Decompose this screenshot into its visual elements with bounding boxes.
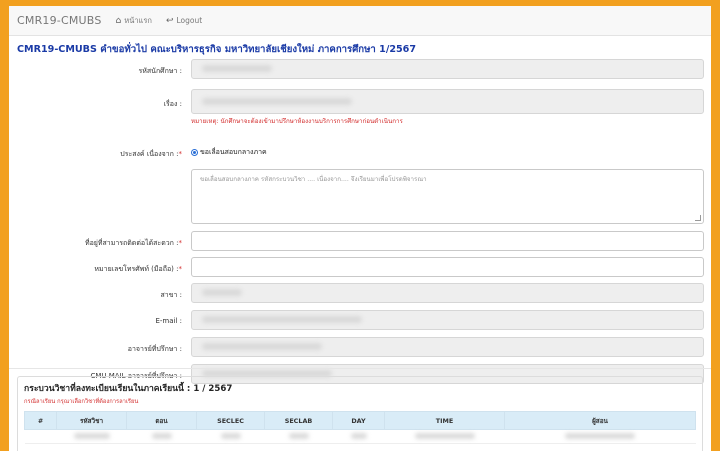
table-cell	[196, 429, 265, 444]
col-instructor: ผู้สอน	[504, 411, 696, 430]
subject-hint: หมายเหตุ: นักศึกษาจะต้องเข้ามาปรึกษาห้อง…	[191, 118, 403, 125]
redacted-value	[414, 432, 475, 439]
section-divider	[9, 368, 711, 369]
table-row[interactable]	[24, 429, 696, 444]
table-cell	[56, 429, 127, 444]
radio-selected-icon[interactable]	[191, 149, 198, 156]
col-course-code: รหัสวิชา	[56, 411, 127, 430]
resize-handle-icon[interactable]	[695, 215, 701, 221]
home-link[interactable]: ⌂ หน้าแรก	[116, 15, 152, 27]
required-mark: *	[178, 239, 183, 247]
advisor-label: อาจารย์ที่ปรึกษา :	[127, 345, 182, 353]
redacted-value	[350, 432, 367, 439]
redacted-value	[202, 65, 272, 72]
student-id-label: รหัสนักศึกษา :	[138, 67, 182, 75]
purpose-textarea[interactable]: ขอเลื่อนสอบกลางภาค รหัสกระบวนวิชา .... เ…	[191, 169, 704, 224]
table-cell	[384, 429, 505, 444]
col-seclab: SECLAB	[264, 411, 333, 430]
logout-link[interactable]: ↩ Logout	[166, 16, 202, 26]
address-label: ที่อยู่ที่สามารถติดต่อได้สะดวก :*	[85, 238, 182, 249]
address-input[interactable]	[191, 231, 704, 251]
redacted-value	[202, 289, 242, 296]
subject-field	[191, 89, 704, 114]
student-id-field	[191, 59, 704, 79]
col-time: TIME	[384, 411, 505, 430]
table-header-row: # รหัสวิชา ตอน SECLEC SECLAB DAY TIME ผู…	[24, 411, 696, 430]
logout-icon: ↩	[165, 15, 174, 26]
purpose-label: ประสงค์ เนื่องจาก :*	[120, 149, 182, 160]
required-mark: *	[178, 265, 183, 273]
top-navbar: CMR19-CMUBS ⌂ หน้าแรก ↩ Logout	[9, 6, 711, 36]
table-cell	[264, 429, 333, 444]
redacted-value	[565, 432, 635, 439]
table-cell	[332, 429, 385, 444]
browser-page: CMR19-CMUBS ⌂ หน้าแรก ↩ Logout CMR19-CMU…	[9, 6, 711, 451]
brand-link[interactable]: CMR19-CMUBS	[17, 14, 102, 27]
advisor-field	[191, 337, 704, 357]
col-section: ตอน	[126, 411, 197, 430]
subject-label: เรื่อง :	[163, 100, 182, 108]
phone-label: หมายเลขโทรศัพท์ (มือถือ) :*	[94, 264, 182, 275]
table-cell	[504, 429, 696, 444]
purpose-option-label: ขอเลื่อนสอบกลางภาค	[200, 148, 267, 156]
courses-panel: กระบวนวิชาที่ลงทะเบียนเรียนในภาคเรียนนี้…	[17, 376, 703, 451]
col-seclec: SECLEC	[196, 411, 265, 430]
col-index: #	[24, 411, 57, 430]
email-field	[191, 310, 704, 330]
redacted-value	[288, 432, 309, 439]
courses-title: กระบวนวิชาที่ลงทะเบียนเรียนในภาคเรียนนี้…	[24, 384, 233, 394]
redacted-value	[220, 432, 241, 439]
required-mark: *	[178, 150, 183, 158]
purpose-label-text: ประสงค์ เนื่องจาก :	[120, 150, 179, 158]
purpose-radio[interactable]: ขอเลื่อนสอบกลางภาค	[191, 147, 267, 158]
home-icon: ⌂	[115, 15, 122, 26]
col-day: DAY	[332, 411, 385, 430]
email-label: E-mail :	[155, 317, 182, 325]
courses-hint: กรณีลาเรียน กรุณาเลือกวิชาที่ต้องการลาเร…	[24, 399, 139, 405]
purpose-placeholder: ขอเลื่อนสอบกลางภาค รหัสกระบวนวิชา .... เ…	[200, 176, 427, 183]
redacted-value	[202, 316, 362, 323]
request-form: รหัสนักศึกษา : เรื่อง : หมายเหตุ: นักศึก…	[9, 57, 711, 385]
page-title: CMR19-CMUBS คำขอทั่วไป คณะบริหารธุรกิจ ม…	[17, 44, 417, 55]
major-label: สาขา :	[160, 291, 182, 299]
redacted-value	[151, 432, 172, 439]
logout-label: Logout	[176, 16, 203, 25]
phone-input[interactable]	[191, 257, 704, 277]
courses-table: # รหัสวิชา ตอน SECLEC SECLAB DAY TIME ผู…	[24, 411, 696, 444]
major-field	[191, 283, 704, 303]
table-cell	[24, 429, 57, 444]
redacted-value	[202, 343, 322, 350]
home-label: หน้าแรก	[124, 15, 152, 25]
phone-label-text: หมายเลขโทรศัพท์ (มือถือ) :	[94, 265, 179, 273]
address-label-text: ที่อยู่ที่สามารถติดต่อได้สะดวก :	[84, 239, 179, 247]
table-cell	[126, 429, 197, 444]
redacted-value	[202, 98, 352, 105]
redacted-value	[73, 432, 110, 439]
